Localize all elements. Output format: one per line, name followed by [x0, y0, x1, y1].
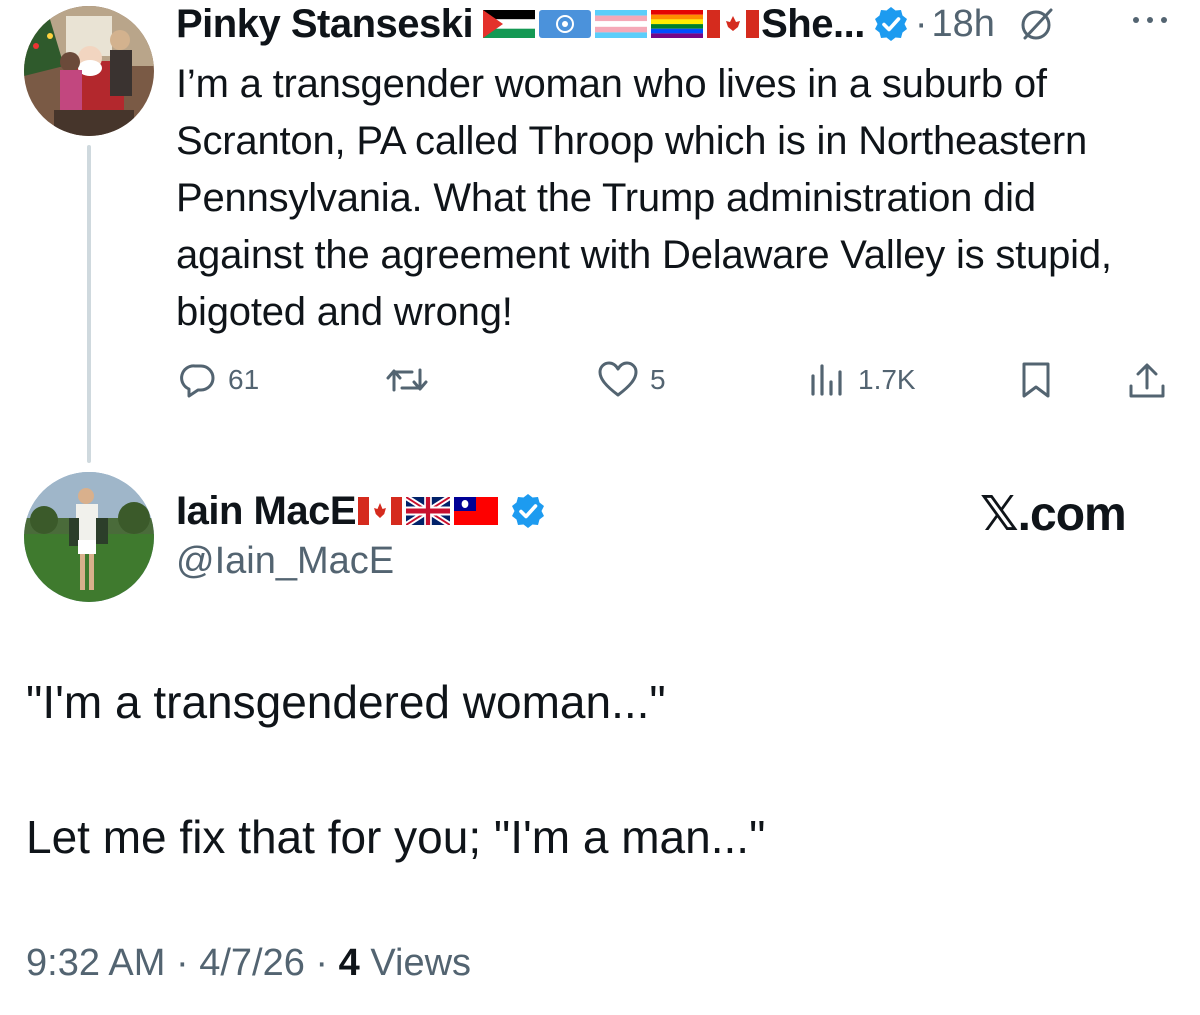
post-text-line-2: Let me fix that for you; "I'm a man..." — [26, 811, 766, 863]
brand-x-com: 𝕏.com — [980, 488, 1127, 541]
reply-icon — [180, 364, 215, 398]
share-icon — [1129, 363, 1165, 398]
avatar-pinky[interactable] — [24, 6, 154, 136]
repost-button[interactable] — [384, 360, 440, 400]
flag-emojis — [358, 497, 499, 525]
repost-icon — [386, 368, 428, 392]
like-count: 5 — [650, 364, 666, 395]
reply-count: 61 — [228, 364, 260, 395]
views-count: 1.7K — [858, 364, 916, 395]
thread-line — [87, 145, 91, 463]
author-name[interactable]: Pinky Stanseski — [176, 2, 474, 47]
meta-separator: · — [315, 942, 329, 984]
post-time[interactable]: 18h — [931, 3, 994, 46]
post-meta: 9:32 AM · 4/7/26 · 4 Views — [26, 942, 471, 985]
heart-icon — [598, 361, 638, 397]
post1-header: Pinky Stanseski She... · 18h — [176, 0, 1057, 48]
post-text: I’m a transgender woman who lives in a s… — [176, 62, 1112, 334]
canada-flag-icon — [707, 10, 760, 38]
uk-flag-icon — [406, 497, 451, 525]
more-options-icon[interactable] — [1128, 10, 1172, 30]
reply-button[interactable]: 61 — [178, 360, 259, 400]
post2-header: Iain MacE — [176, 483, 546, 539]
rainbow-flag-icon — [651, 10, 704, 38]
verified-badge-icon[interactable] — [510, 493, 546, 529]
bookmark-button[interactable] — [1016, 360, 1056, 400]
verified-badge-icon[interactable] — [873, 6, 909, 42]
transgender-flag-icon — [595, 10, 648, 38]
canada-flag-icon — [358, 497, 403, 525]
time-separator: · — [914, 2, 928, 45]
like-button[interactable]: 5 — [596, 360, 666, 400]
avatar-iain[interactable] — [24, 472, 154, 602]
bookmark-icon — [1022, 362, 1050, 398]
author-name-suffix[interactable]: She... — [761, 2, 865, 47]
author-name[interactable]: Iain MacE — [176, 489, 357, 534]
grok-icon[interactable] — [1017, 4, 1057, 44]
views-button[interactable]: 1.7K — [808, 360, 916, 400]
author-handle[interactable]: @Iain_MacE — [176, 540, 394, 583]
meta-separator: · — [175, 942, 189, 984]
views-chart-icon — [811, 364, 842, 396]
palestine-flag-icon — [483, 10, 536, 38]
post-time[interactable]: 9:32 AM — [26, 942, 165, 984]
share-button[interactable] — [1126, 360, 1168, 402]
taiwan-flag-icon — [454, 497, 499, 525]
post-date[interactable]: 4/7/26 — [199, 942, 305, 984]
views-count: 4 — [338, 942, 360, 984]
flag-emojis — [483, 10, 760, 38]
post-text-line-1: "I'm a transgendered woman..." — [26, 676, 666, 728]
views-label: Views — [370, 942, 472, 984]
un-flag-icon — [539, 10, 592, 38]
